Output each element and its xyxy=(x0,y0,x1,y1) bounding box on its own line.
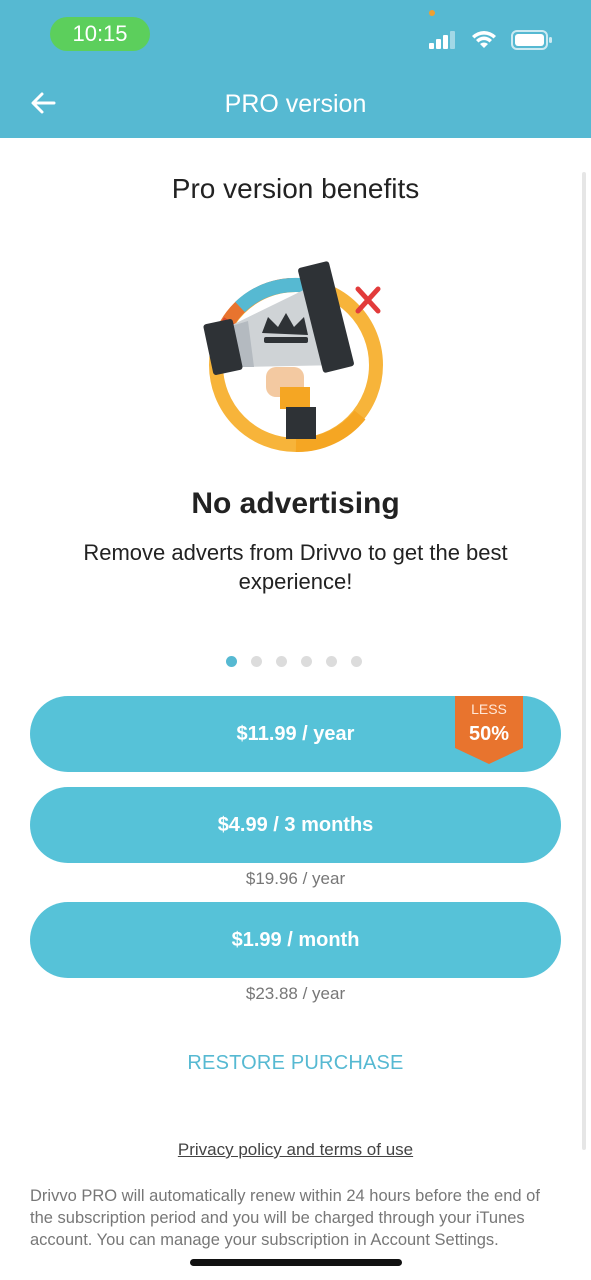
status-time: 10:15 xyxy=(50,17,150,51)
carousel-pager[interactable] xyxy=(226,656,362,667)
privacy-indicator-dot xyxy=(429,10,435,16)
pager-dot[interactable] xyxy=(326,656,337,667)
pager-dot[interactable] xyxy=(351,656,362,667)
home-indicator xyxy=(190,1259,402,1266)
signal-icon xyxy=(429,31,455,49)
plan-yearly-label: $11.99 / year xyxy=(236,722,355,745)
battery-icon xyxy=(511,30,552,50)
subscription-disclaimer: Drivvo PRO will automatically renew with… xyxy=(30,1187,540,1249)
restore-purchase-button[interactable]: RESTORE PURCHASE xyxy=(0,1049,591,1077)
plan-monthly-button[interactable]: $1.99 / month xyxy=(30,902,561,978)
app-header: 10:15 PRO version xyxy=(0,0,591,138)
plan-monthly-yearly-price: $23.88 / year xyxy=(245,984,346,1003)
pager-dot[interactable] xyxy=(276,656,287,667)
page-title: PRO version xyxy=(224,90,367,118)
status-icons xyxy=(429,26,553,54)
benefits-title: Pro version benefits xyxy=(171,173,420,204)
megaphone-crown-icon xyxy=(203,261,383,453)
wifi-icon xyxy=(472,31,496,48)
discount-badge-value: 50% xyxy=(468,723,510,745)
feature-description: Remove adverts from Drivvo to get the be… xyxy=(83,540,508,594)
plan-quarterly-yearly-price: $19.96 / year xyxy=(245,869,346,888)
discount-badge-label: LESS xyxy=(471,701,507,717)
plan-monthly-label: $1.99 / month xyxy=(231,928,360,951)
plan-quarterly-label: $4.99 / 3 months xyxy=(217,813,374,836)
pager-dot[interactable] xyxy=(251,656,262,667)
pager-dot-active[interactable] xyxy=(226,656,237,667)
pager-dot[interactable] xyxy=(301,656,312,667)
plan-quarterly-button[interactable]: $4.99 / 3 months xyxy=(30,787,561,863)
privacy-policy-link[interactable]: Privacy policy and terms of use xyxy=(0,1138,591,1162)
feature-title: No advertising xyxy=(191,487,400,520)
